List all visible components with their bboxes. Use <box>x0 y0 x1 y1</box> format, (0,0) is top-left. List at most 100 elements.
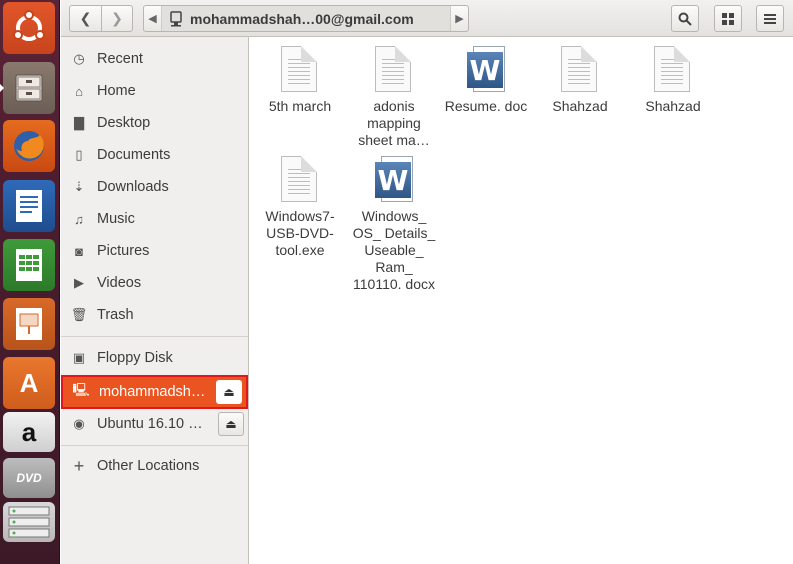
path-crumb-current[interactable]: mohammadshah…00@gmail.com <box>162 6 450 31</box>
file-item[interactable]: Shahzad <box>537 38 623 115</box>
text-file-icon <box>561 46 599 92</box>
sidebar-item-label: Ubuntu 16.10 … <box>97 416 203 432</box>
download-icon: ⇣ <box>73 179 85 194</box>
navigation-buttons: ❮ ❯ <box>69 5 133 32</box>
sidebar-item-other-locations[interactable]: + Other Locations <box>61 451 248 481</box>
network-drive-icon <box>170 10 182 26</box>
eject-button[interactable]: ⏏ <box>218 412 244 436</box>
plus-icon: + <box>73 455 85 476</box>
file-name: Shahzad <box>645 98 701 114</box>
menu-button[interactable] <box>756 5 784 32</box>
chevron-left-icon: ◀ <box>148 13 157 25</box>
chevron-right-icon: ▶ <box>455 13 464 25</box>
file-item[interactable]: adonis mapping sheet ma… <box>351 38 437 149</box>
sidebar-item-label: Floppy Disk <box>97 350 173 366</box>
path-bar: ◀ mohammadshah…00@gmail.com ▶ <box>143 5 469 32</box>
sidebar-item-documents[interactable]: ▯ Documents <box>61 140 248 170</box>
video-icon: ▶ <box>74 275 84 290</box>
sidebar-item-label: Desktop <box>97 115 151 131</box>
text-file-icon <box>654 46 692 92</box>
file-name: 5th march <box>268 98 332 114</box>
unity-launcher: A a DVD <box>0 0 60 564</box>
sidebar-item-trash[interactable]: 🗑 Trash <box>61 300 248 330</box>
eject-icon: ⏏ <box>223 385 235 399</box>
sidebar-item-pictures[interactable]: ◙ Pictures <box>61 236 248 266</box>
sidebar-item-label: Home <box>97 83 136 99</box>
sidebar-item-label: Documents <box>97 147 171 163</box>
back-icon: ❮ <box>79 10 92 26</box>
writer-icon[interactable] <box>3 180 55 232</box>
sidebar-item-label: Pictures <box>97 243 150 259</box>
clock-icon: ◷ <box>73 51 85 66</box>
amazon-icon[interactable]: a <box>3 412 55 452</box>
sidebar-item-label: Other Locations <box>97 458 200 474</box>
forward-button[interactable]: ❯ <box>101 5 133 32</box>
word-document-icon: W <box>467 46 505 92</box>
file-item[interactable]: Shahzad <box>630 38 716 115</box>
sidebar-item-label: Videos <box>97 275 142 291</box>
path-label: mohammadshah…00@gmail.com <box>190 10 414 27</box>
home-icon: ⌂ <box>75 83 83 99</box>
sidebar-item-home[interactable]: ⌂ Home <box>61 76 248 106</box>
places-sidebar: ◷ Recent ⌂ Home ▇ Desktop ▯ Documents ⇣ … <box>61 37 249 564</box>
sidebar-item-label: Downloads <box>97 179 169 195</box>
sidebar-item-google-drive[interactable]: 🖳 mohammadsh… ⏏ <box>61 375 248 409</box>
sidebar-item-desktop[interactable]: ▇ Desktop <box>61 108 248 138</box>
sidebar-item-music[interactable]: ♫ Music <box>61 204 248 234</box>
file-item[interactable]: W Windows_ OS_ Details_ Useable_ Ram_ 11… <box>351 148 437 293</box>
sidebar-item-ubuntu-disc[interactable]: ◉ Ubuntu 16.10 … ⏏ <box>61 409 248 439</box>
text-file-icon <box>375 46 413 92</box>
path-scroll-right-button[interactable]: ▶ <box>450 6 468 31</box>
sidebar-divider <box>61 336 248 337</box>
impress-icon[interactable] <box>3 298 55 350</box>
sidebar-item-label: Recent <box>97 51 143 67</box>
text-file-icon <box>281 156 319 202</box>
calc-icon[interactable] <box>3 239 55 291</box>
sidebar-item-label: Music <box>97 211 135 227</box>
dvd-icon[interactable]: DVD <box>3 458 55 498</box>
software-center-icon[interactable]: A <box>3 357 55 409</box>
eject-icon: ⏏ <box>225 417 237 431</box>
store-glyph: A <box>19 367 39 398</box>
disc-icon: ◉ <box>73 416 85 431</box>
firefox-icon[interactable] <box>3 120 55 172</box>
file-item[interactable]: W Resume. doc <box>443 38 529 115</box>
ubuntu-logo-icon[interactable] <box>3 2 55 54</box>
sidebar-item-videos[interactable]: ▶ Videos <box>61 268 248 298</box>
files-icon[interactable] <box>0 62 55 114</box>
word-document-icon: W <box>375 156 413 202</box>
sidebar-item-recent[interactable]: ◷ Recent <box>61 44 248 74</box>
forward-icon: ❯ <box>111 10 123 26</box>
sidebar-item-downloads[interactable]: ⇣ Downloads <box>61 172 248 202</box>
file-name: Windows7- USB-DVD- tool.exe <box>265 208 335 258</box>
floppy-icon: ▣ <box>72 350 86 365</box>
view-toggle-button[interactable] <box>714 5 742 32</box>
file-view: 5th march adonis mapping sheet ma… W Res… <box>250 38 793 564</box>
sidebar-item-floppy-disk[interactable]: ▣ Floppy Disk <box>61 343 248 373</box>
music-icon: ♫ <box>74 211 84 227</box>
dvd-label: DVD <box>16 471 42 485</box>
eject-button[interactable]: ⏏ <box>216 380 242 404</box>
search-icon <box>678 12 692 26</box>
sidebar-item-label: mohammadsh… <box>99 384 206 400</box>
sidebar-item-label: Trash <box>97 307 134 323</box>
path-scroll-left-button[interactable]: ◀ <box>144 6 162 31</box>
hamburger-menu-icon <box>764 13 776 24</box>
folder-icon: ▇ <box>74 115 84 130</box>
file-item[interactable]: 5th march <box>257 38 343 115</box>
amazon-glyph: a <box>21 417 37 447</box>
network-drive-icon: 🖳 <box>72 382 90 397</box>
server-icon[interactable] <box>3 502 55 542</box>
file-item[interactable]: Windows7- USB-DVD- tool.exe <box>257 148 343 259</box>
header-bar: ❮ ❯ ◀ mohammadshah…00@gmail.com ▶ <box>61 0 793 37</box>
search-button[interactable] <box>671 5 699 32</box>
file-name: Windows_ OS_ Details_ Useable_ Ram_ 1101… <box>352 208 436 292</box>
file-name: Resume. doc <box>444 98 528 114</box>
text-file-icon <box>281 46 319 92</box>
trash-icon: 🗑 <box>70 307 88 322</box>
file-name: Shahzad <box>552 98 608 114</box>
camera-icon: ◙ <box>75 243 83 259</box>
grid-view-icon <box>722 12 734 25</box>
back-button[interactable]: ❮ <box>69 5 102 32</box>
document-icon: ▯ <box>75 147 83 162</box>
